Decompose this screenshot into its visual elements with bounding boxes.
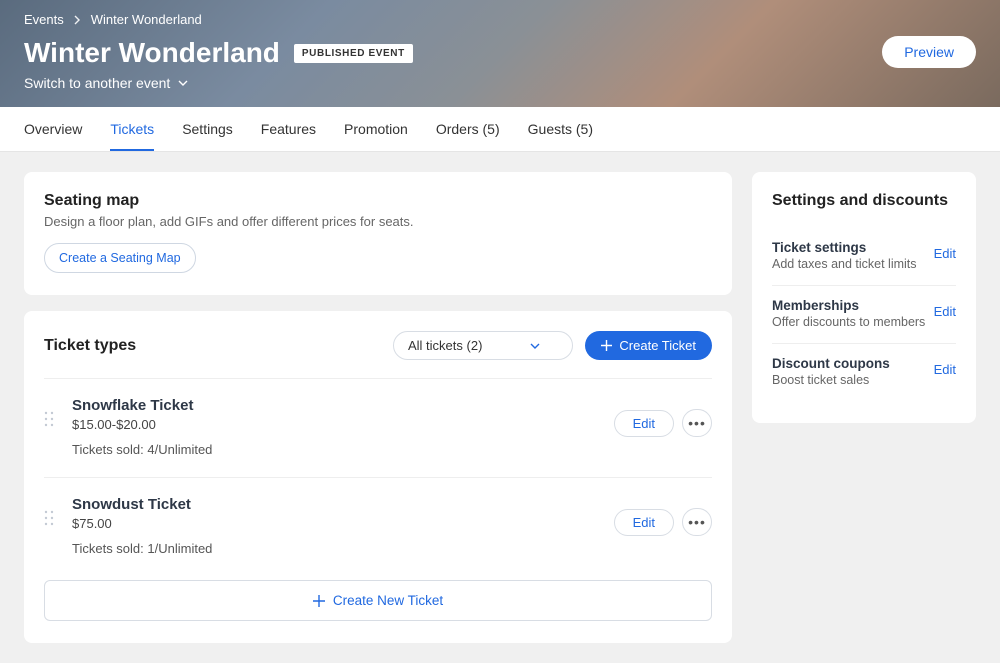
header-banner: Events Winter Wonderland Winter Wonderla… [0,0,1000,107]
tab-overview[interactable]: Overview [24,107,82,151]
ticket-price: $15.00-$20.00 [72,417,614,432]
plus-icon [313,595,325,607]
drag-handle-icon[interactable] [44,496,72,526]
tab-orders[interactable]: Orders (5) [436,107,500,151]
more-actions-button[interactable]: ••• [682,409,712,437]
ticket-filter-label: All tickets (2) [408,338,482,353]
edit-link[interactable]: Edit [934,240,956,261]
side-item-ticket-settings: Ticket settings Add taxes and ticket lim… [772,228,956,286]
tab-features[interactable]: Features [261,107,316,151]
more-actions-button[interactable]: ••• [682,508,712,536]
settings-discounts-card: Settings and discounts Ticket settings A… [752,172,976,423]
drag-handle-icon[interactable] [44,397,72,427]
tab-tickets[interactable]: Tickets [110,107,154,151]
seating-card: Seating map Design a floor plan, add GIF… [24,172,732,295]
chevron-down-icon [178,80,188,87]
create-seating-map-button[interactable]: Create a Seating Map [44,243,196,273]
ticket-row: Snowdust Ticket $75.00 Tickets sold: 1/U… [44,477,712,576]
edit-link[interactable]: Edit [934,356,956,377]
breadcrumb-root[interactable]: Events [24,12,64,27]
page-title: Winter Wonderland [24,37,280,69]
edit-link[interactable]: Edit [934,298,956,319]
status-badge: PUBLISHED EVENT [294,44,413,63]
tab-settings[interactable]: Settings [182,107,233,151]
ticket-name: Snowflake Ticket [72,397,614,414]
breadcrumb-current: Winter Wonderland [91,12,202,27]
side-item-label: Ticket settings [772,240,934,255]
edit-ticket-button[interactable]: Edit [614,410,674,437]
plus-icon [601,340,612,351]
tab-guests[interactable]: Guests (5) [528,107,593,151]
ticket-price: $75.00 [72,516,614,531]
breadcrumb: Events Winter Wonderland [24,12,976,27]
ticket-name: Snowdust Ticket [72,496,614,513]
side-item-desc: Boost ticket sales [772,373,934,387]
switch-event-label: Switch to another event [24,75,170,91]
seating-title: Seating map [44,192,712,210]
side-item-desc: Add taxes and ticket limits [772,257,934,271]
edit-ticket-button[interactable]: Edit [614,509,674,536]
ticket-sold: Tickets sold: 1/Unlimited [72,541,614,556]
tabbar: Overview Tickets Settings Features Promo… [0,107,1000,152]
seating-desc: Design a floor plan, add GIFs and offer … [44,214,712,229]
side-item-label: Discount coupons [772,356,934,371]
dots-icon: ••• [688,415,706,431]
chevron-right-icon [74,15,81,25]
create-new-ticket-button[interactable]: Create New Ticket [44,580,712,621]
dots-icon: ••• [688,514,706,530]
side-item-label: Memberships [772,298,934,313]
side-item-desc: Offer discounts to members [772,315,934,329]
ticket-filter-dropdown[interactable]: All tickets (2) [393,331,573,360]
create-new-ticket-label: Create New Ticket [333,593,443,608]
settings-discounts-title: Settings and discounts [772,192,956,210]
create-ticket-label: Create Ticket [619,338,696,353]
create-ticket-button[interactable]: Create Ticket [585,331,712,360]
ticket-types-title: Ticket types [44,337,393,355]
side-item-memberships: Memberships Offer discounts to members E… [772,286,956,344]
chevron-down-icon [530,343,540,349]
preview-button[interactable]: Preview [882,36,976,68]
ticket-row: Snowflake Ticket $15.00-$20.00 Tickets s… [44,378,712,477]
ticket-types-card: Ticket types All tickets (2) Create Tick… [24,311,732,643]
ticket-sold: Tickets sold: 4/Unlimited [72,442,614,457]
side-item-discount-coupons: Discount coupons Boost ticket sales Edit [772,344,956,401]
switch-event-dropdown[interactable]: Switch to another event [24,75,976,91]
tab-promotion[interactable]: Promotion [344,107,408,151]
